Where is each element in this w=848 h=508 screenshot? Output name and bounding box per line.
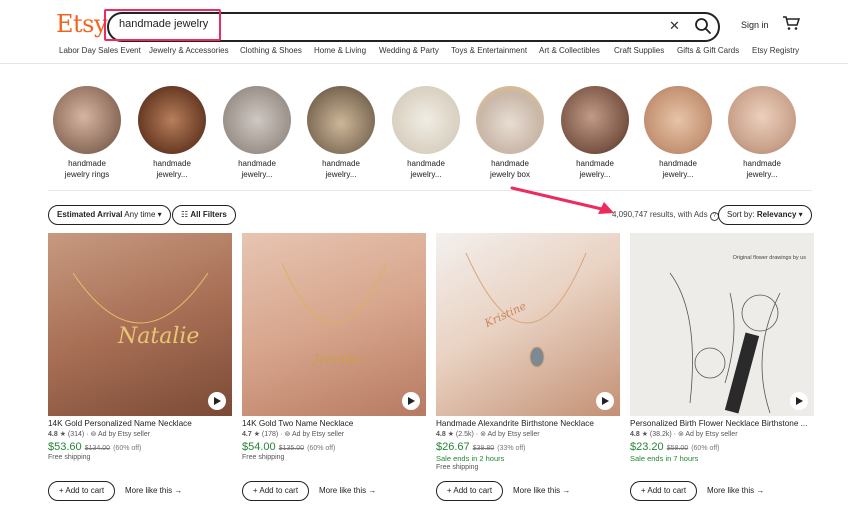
star-icon: ★ (447, 431, 454, 438)
estimated-arrival-filter[interactable]: Estimated Arrival Any time ▾ (48, 205, 171, 225)
category-label[interactable]: handmade jewelry... (555, 158, 635, 180)
category-label[interactable]: handmade jewelry... (638, 158, 718, 180)
product-price: $53.60 $134.00 (60% off) (48, 441, 142, 453)
product-price: $23.20 $58.00 (60% off) (630, 441, 720, 453)
product-image[interactable]: Jennifer (242, 233, 426, 416)
category-image[interactable] (561, 86, 629, 154)
nav-item[interactable]: Gifts & Gift Cards (677, 46, 739, 55)
category-label[interactable]: handmade jewelry... (722, 158, 802, 180)
svg-text:Kristine: Kristine (482, 299, 529, 330)
chevron-down-icon: ▾ (157, 210, 162, 219)
ad-icon: ⊚ (480, 431, 486, 438)
star-icon: ★ (253, 431, 260, 438)
annotation-arrow (510, 186, 614, 214)
more-like-this-link[interactable]: More like this → (513, 486, 570, 495)
all-filters-button[interactable]: ☷ All Filters (172, 205, 236, 225)
product-title[interactable]: 14K Gold Personalized Name Necklace (48, 419, 232, 428)
product-meta: 4.7 ★ (178) · ⊚ Ad by Etsy seller (242, 431, 345, 438)
add-to-cart-button[interactable]: + Add to cart (630, 481, 697, 501)
more-like-this-link[interactable]: More like this → (125, 486, 182, 495)
category-label[interactable]: handmade jewelry... (386, 158, 466, 180)
ad-icon: ⊚ (677, 431, 684, 438)
product-image[interactable]: Kristine (436, 233, 620, 416)
add-to-cart-button[interactable]: + Add to cart (242, 481, 309, 501)
star-icon: ★ (59, 431, 66, 438)
clear-icon[interactable]: ✕ (669, 18, 680, 34)
ad-icon: ⊚ (284, 431, 291, 438)
shipping-note: Free shipping (436, 464, 479, 471)
sale-countdown: Sale ends in 2 hours (436, 454, 505, 463)
filter-icon: ☷ (181, 210, 189, 219)
shipping-note: Free shipping (242, 454, 285, 461)
category-image[interactable] (138, 86, 206, 154)
category-label[interactable]: handmade jewelry... (132, 158, 212, 180)
necklace-illustration: Jennifer (281, 262, 388, 366)
star-icon: ★ (641, 431, 648, 438)
play-icon[interactable] (402, 392, 420, 410)
section-divider (48, 190, 812, 191)
add-to-cart-button[interactable]: + Add to cart (48, 481, 115, 501)
sale-countdown: Sale ends in 7 hours (630, 454, 699, 463)
category-label[interactable]: handmade jewelry rings (47, 158, 127, 180)
product-card[interactable]: Kristine Handmade Alexandrite Birthstone… (436, 233, 620, 471)
search-highlight-annotation (104, 9, 221, 41)
nav-item[interactable]: Home & Living (314, 46, 366, 55)
add-to-cart-button[interactable]: + Add to cart (436, 481, 503, 501)
nav-item[interactable]: Toys & Entertainment (451, 46, 527, 55)
sign-in-link[interactable]: Sign in (741, 20, 769, 30)
necklace-illustration: Kristine (465, 252, 587, 368)
more-like-this-link[interactable]: More like this → (319, 486, 376, 495)
nav-item[interactable]: Art & Collectibles (539, 46, 600, 55)
product-price: $26.67 $39.80 (33% off) (436, 441, 526, 453)
chevron-down-icon: ▾ (798, 210, 803, 219)
nav-item[interactable]: Clothing & Shoes (240, 46, 302, 55)
category-image[interactable] (53, 86, 121, 154)
product-card[interactable]: Natalie 14K Gold Personalized Name Neckl… (48, 233, 232, 461)
category-label[interactable]: handmade jewelry box (470, 158, 550, 180)
nav-item[interactable]: Labor Day Sales Event (59, 46, 141, 55)
category-image[interactable] (728, 86, 796, 154)
search-icon[interactable] (693, 16, 713, 36)
image-caption: Original flower drawings by us (732, 255, 806, 261)
nav-item[interactable]: Etsy Registry (752, 46, 799, 55)
play-icon[interactable] (596, 392, 614, 410)
category-image[interactable] (223, 86, 291, 154)
category-nav: Labor Day Sales Event Jewelry & Accessor… (0, 46, 848, 58)
nav-item[interactable]: Jewelry & Accessories (149, 46, 229, 55)
category-label[interactable]: handmade jewelry... (301, 158, 381, 180)
svg-text:Jennifer: Jennifer (311, 352, 364, 366)
category-image[interactable] (644, 86, 712, 154)
svg-text:Natalie: Natalie (117, 324, 199, 349)
category-image[interactable] (307, 86, 375, 154)
more-like-this-link[interactable]: More like this → (707, 486, 764, 495)
category-label[interactable]: handmade jewelry... (217, 158, 297, 180)
ad-icon: ⊚ (90, 431, 97, 438)
product-title[interactable]: 14K Gold Two Name Necklace (242, 419, 426, 428)
necklace-illustration: Natalie (72, 272, 209, 349)
category-image[interactable] (476, 86, 544, 154)
product-meta: 4.8 ★ (38.2k) · ⊚ Ad by Etsy seller (630, 431, 738, 438)
shipping-note: Free shipping (48, 454, 91, 461)
results-count: 4,090,747 results, with Ads ? (612, 210, 719, 221)
header-divider (0, 63, 848, 64)
product-title[interactable]: Personalized Birth Flower Necklace Birth… (630, 419, 814, 428)
play-icon[interactable] (208, 392, 226, 410)
category-image[interactable] (392, 86, 460, 154)
product-image[interactable]: Original flower drawings by us (630, 233, 814, 416)
product-meta: 4.8 ★ (314) · ⊚ Ad by Etsy seller (48, 431, 151, 438)
product-card[interactable]: Original flower drawings by us Personali… (630, 233, 814, 463)
product-card[interactable]: Jennifer 14K Gold Two Name Necklace 4.7 … (242, 233, 426, 461)
play-icon[interactable] (790, 392, 808, 410)
sort-dropdown[interactable]: Sort by: Relevancy ▾ (718, 205, 812, 225)
nav-item[interactable]: Craft Supplies (614, 46, 664, 55)
cart-icon[interactable] (782, 15, 800, 31)
nav-item[interactable]: Wedding & Party (379, 46, 439, 55)
product-image[interactable]: Natalie (48, 233, 232, 416)
product-title[interactable]: Handmade Alexandrite Birthstone Necklace (436, 419, 620, 428)
product-price: $54.00 $135.00 (60% off) (242, 441, 336, 453)
product-meta: 4.8 ★ (2.5k) · ⊚ Ad by Etsy seller (436, 431, 540, 438)
etsy-logo[interactable]: Etsy (56, 10, 108, 38)
